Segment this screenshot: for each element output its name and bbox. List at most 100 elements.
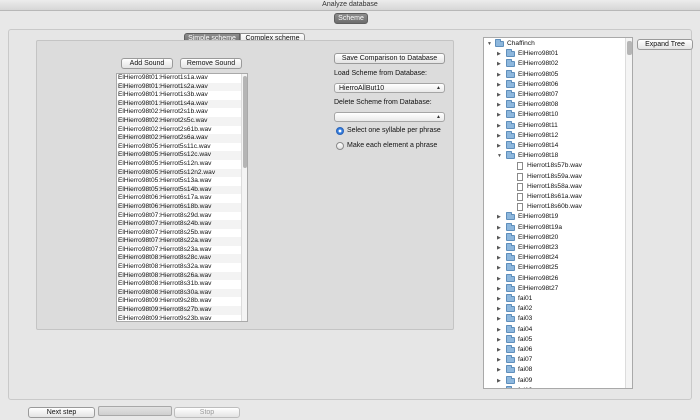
triangle-down-icon[interactable]: ▼ [487, 39, 492, 49]
tree-folder-item[interactable]: ▶ fai01 [484, 294, 626, 304]
tree-file-item[interactable]: Hierrot18s60b.wav [484, 202, 626, 212]
triangle-right-icon[interactable]: ▶ [497, 121, 501, 131]
triangle-right-icon[interactable]: ▶ [497, 110, 501, 120]
triangle-right-icon[interactable]: ▶ [497, 59, 501, 69]
sound-list-scroll-thumb[interactable] [243, 76, 247, 168]
triangle-right-icon[interactable]: ▶ [497, 70, 501, 80]
tree-folder-item[interactable]: ▶ ElHierro98t12 [484, 130, 626, 141]
triangle-right-icon[interactable]: ▶ [497, 90, 501, 100]
tree-folder-item[interactable]: ▶ ElHierro98t08 [484, 100, 626, 110]
tree-folder-item[interactable]: ▶ ElHierro98t24 [484, 253, 626, 263]
sound-list-item[interactable]: ElHierro98t01:Hierrot1s1a.wav [117, 74, 241, 83]
tree-folder-item[interactable]: ▶ ElHierro98t06 [484, 79, 626, 90]
tree-folder-item[interactable]: ▶ ElHierro98t27 [484, 283, 626, 294]
triangle-right-icon[interactable]: ▶ [497, 100, 501, 110]
tree-folder-item[interactable]: ▶ ElHierro98t26 [484, 273, 626, 284]
sound-list-item[interactable]: ElHierro98t07:Hierrot8s25b.wav [117, 229, 241, 238]
tree-scrollbar[interactable] [625, 38, 632, 388]
tree-file-item[interactable]: Hierrot18s61a.wav [484, 192, 626, 202]
sound-list-item[interactable]: ElHierro98t06:Hierrot6s18b.wav [117, 202, 241, 212]
sound-list-item[interactable]: ElHierro98t02:Hierrot2s6a.wav [117, 134, 241, 143]
radio-each-element[interactable] [336, 142, 344, 150]
tree-folder-item[interactable]: ▶ ElHierro98t19a [484, 222, 626, 233]
tree-file-item[interactable]: Hierrot18s57b.wav [484, 161, 626, 171]
sound-list-item[interactable]: ElHierro98t02:Hierrot2s1b.wav [117, 108, 241, 117]
sound-list-item[interactable]: ElHierro98t07:Hierrot8s22a.wav [117, 237, 241, 246]
sound-list-item[interactable]: ElHierro98t09:Hierrot8s27b.wav [117, 306, 241, 315]
save-comparison-button[interactable]: Save Comparison to Database [334, 53, 445, 64]
triangle-right-icon[interactable]: ▶ [497, 304, 501, 314]
triangle-right-icon[interactable]: ▶ [497, 386, 501, 389]
tree-folder-item[interactable]: ▶ fai08 [484, 365, 626, 375]
add-sound-button[interactable]: Add Sound [121, 58, 173, 69]
sound-list-item[interactable]: ElHierro98t02:Hierrot2s5c.wav [117, 116, 241, 126]
triangle-right-icon[interactable]: ▶ [497, 325, 501, 335]
tree-folder-item[interactable]: ▶ ElHierro98t23 [484, 243, 626, 253]
tree-scroll-thumb[interactable] [627, 41, 632, 55]
triangle-right-icon[interactable]: ▶ [497, 294, 501, 304]
tree-folder-item[interactable]: ▶ fai03 [484, 314, 626, 324]
tree-folder-item[interactable]: ▶ ElHierro98t14 [484, 141, 626, 151]
sound-list-item[interactable]: ElHierro98t09:Hierrot9s23b.wav [117, 315, 241, 321]
sound-list-item[interactable]: ElHierro98t05:Hierrot5s14b.wav [117, 185, 241, 195]
tree-folder-item[interactable]: ▶ ElHierro98t05 [484, 69, 626, 80]
sound-list-item[interactable]: ElHierro98t06:Hierrot6s17a.wav [117, 194, 241, 203]
tree-folder-item[interactable]: ▶ fai07 [484, 355, 626, 365]
tree-folder-item[interactable]: ▶ fai04 [484, 324, 626, 335]
sound-list-item[interactable]: ElHierro98t01:Hierrot1s4a.wav [117, 99, 241, 109]
triangle-right-icon[interactable]: ▶ [497, 314, 501, 324]
sound-list-item[interactable]: ElHierro98t05:Hierrot5s11c.wav [117, 143, 241, 152]
tree-folder-item[interactable]: ▶ ElHierro98t25 [484, 263, 626, 273]
sound-list-item[interactable]: ElHierro98t08:Hierrot8s31b.wav [117, 280, 241, 289]
tree-folder-item[interactable]: ▶ ElHierro98t02 [484, 59, 626, 69]
delete-scheme-combo[interactable]: ▲ [334, 112, 445, 122]
sound-list-item[interactable]: ElHierro98t07:Hierrot8s29d.wav [117, 212, 241, 221]
sound-list-item[interactable]: ElHierro98t05:Hierrot5s12n2.wav [117, 168, 241, 178]
triangle-right-icon[interactable]: ▶ [497, 284, 501, 294]
tree-folder-item[interactable]: ▶ fai09 [484, 375, 626, 386]
triangle-right-icon[interactable]: ▶ [497, 263, 501, 273]
sound-list-item[interactable]: ElHierro98t08:Hierrot8s26a.wav [117, 271, 241, 281]
sound-list-item[interactable]: ElHierro98t01:Hierrot1s2a.wav [117, 82, 241, 92]
triangle-right-icon[interactable]: ▶ [497, 223, 501, 233]
triangle-right-icon[interactable]: ▶ [497, 365, 501, 375]
triangle-right-icon[interactable]: ▶ [497, 233, 501, 243]
triangle-right-icon[interactable]: ▶ [497, 355, 501, 365]
sound-list-item[interactable]: ElHierro98t05:Hierrot5s12n.wav [117, 160, 241, 169]
tree-folder-item[interactable]: ▼ ElHierro98t18 [484, 151, 626, 161]
sound-list-item[interactable]: ElHierro98t07:Hierrot8s24b.wav [117, 220, 241, 229]
tree-folder-item[interactable]: ▶ ElHierro98t01 [484, 49, 626, 59]
tree-folder-item[interactable]: ▶ ElHierro98t10 [484, 110, 626, 120]
load-scheme-combo[interactable]: HierroAllBut10 ▲ [334, 83, 445, 93]
sound-list-item[interactable]: ElHierro98t08:Hierrot8s32a.wav [117, 263, 241, 272]
tree-folder-item[interactable]: ▶ ElHierro98t11 [484, 120, 626, 131]
sound-list-item[interactable]: ElHierro98t08:Hierrot8s30a.wav [117, 288, 241, 298]
tree-folder-item[interactable]: ▶ ElHierro98t07 [484, 90, 626, 100]
database-tree[interactable]: ▼ Chaffinch ▶ ElHierro98t01 ▶ ElHierro98t02 ▶ E… [483, 37, 633, 389]
sound-list-item[interactable]: ElHierro98t02:Hierrot2s61b.wav [117, 126, 241, 135]
sound-list-scrollbar[interactable] [241, 74, 247, 321]
tree-folder-item[interactable]: ▶ fai02 [484, 304, 626, 314]
sound-list-item[interactable]: ElHierro98t08:Hierrot8s28c.wav [117, 254, 241, 264]
stop-button[interactable]: Stop [174, 407, 240, 418]
tree-folder-item[interactable]: ▶ ElHierro98t20 [484, 232, 626, 243]
triangle-right-icon[interactable]: ▶ [497, 80, 501, 90]
triangle-right-icon[interactable]: ▶ [497, 141, 501, 151]
tab-scheme[interactable]: Scheme [334, 13, 368, 24]
sound-list-item[interactable]: ElHierro98t09:Hierrot9s28b.wav [117, 297, 241, 306]
tree-folder-item[interactable]: ▶ fai10 [484, 385, 626, 389]
tree-folder-item[interactable]: ▶ fai06 [484, 345, 626, 355]
triangle-right-icon[interactable]: ▶ [497, 274, 501, 284]
triangle-right-icon[interactable]: ▶ [497, 212, 501, 222]
sound-list[interactable]: ElHierro98t01:Hierrot1s1a.wav ElHierro98t… [116, 73, 248, 322]
next-step-button[interactable]: Next step [28, 407, 95, 418]
tree-folder-item[interactable]: ▶ ElHierro98t19 [484, 212, 626, 222]
radio-one-syllable[interactable] [336, 127, 344, 135]
tree-folder-item[interactable]: ▶ fai05 [484, 334, 626, 345]
remove-sound-button[interactable]: Remove Sound [180, 58, 242, 69]
sound-list-item[interactable]: ElHierro98t05:Hierrot5s12c.wav [117, 151, 241, 160]
triangle-right-icon[interactable]: ▶ [497, 253, 501, 263]
tree-file-item[interactable]: Hierrot18s58a.wav [484, 182, 626, 192]
triangle-down-icon[interactable]: ▼ [497, 151, 502, 161]
sound-list-item[interactable]: ElHierro98t07:Hierrot8s23a.wav [117, 246, 241, 255]
